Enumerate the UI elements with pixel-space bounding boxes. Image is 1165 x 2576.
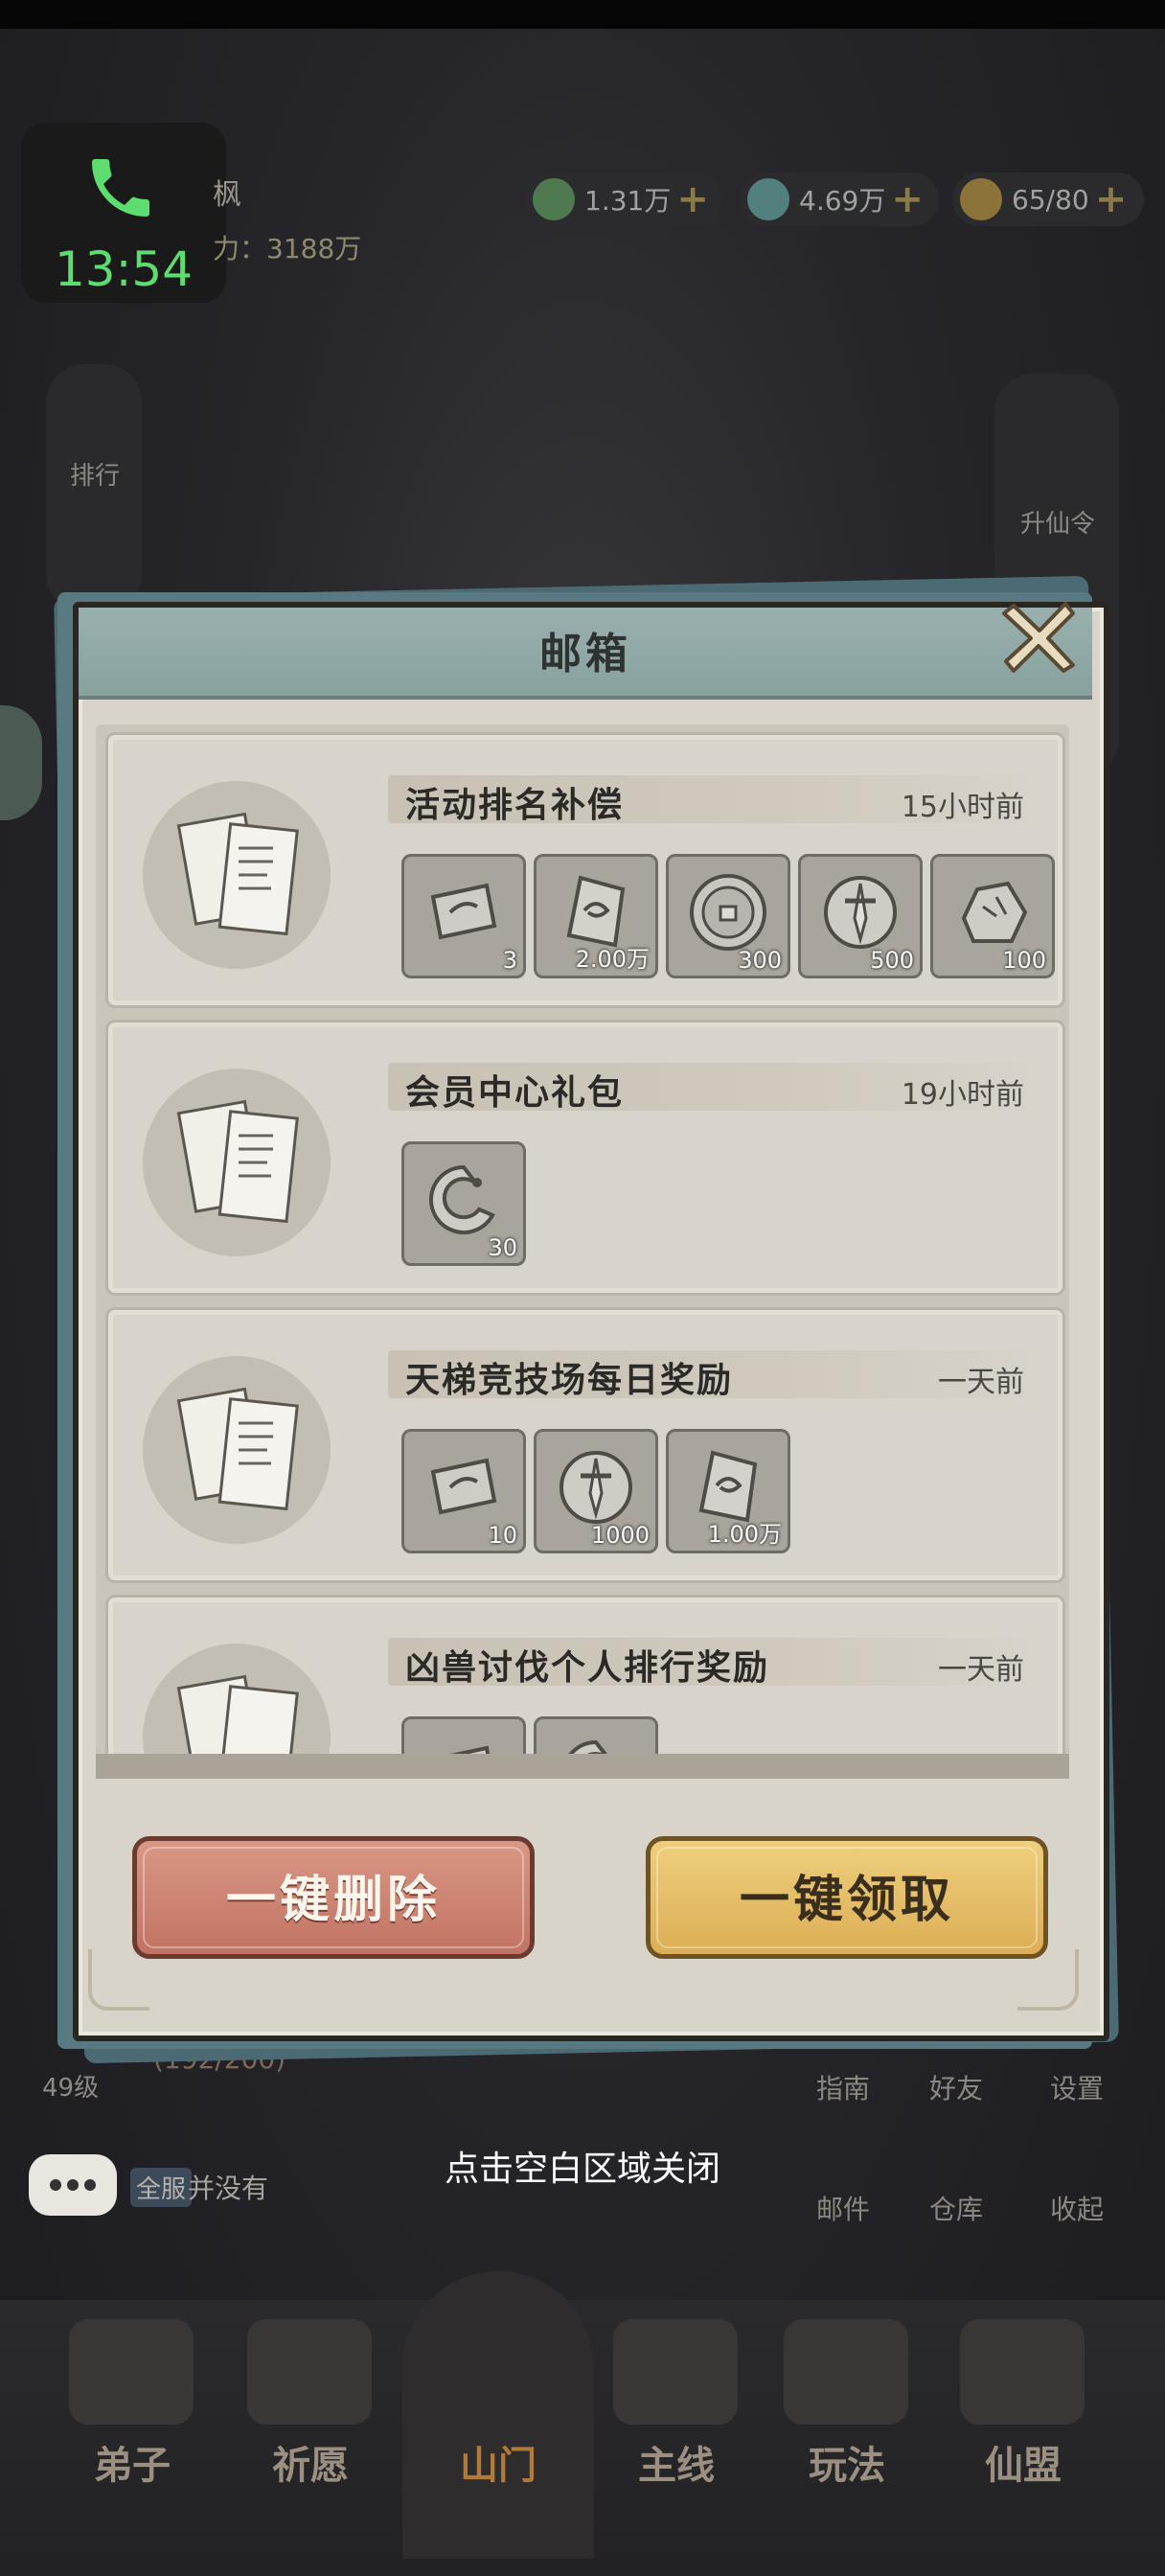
mail-button[interactable]: 邮件 <box>816 2189 870 2227</box>
list-footer <box>96 1754 1069 1779</box>
add-icon[interactable]: + <box>676 177 709 221</box>
mail-title: 天梯竞技场每日奖励 <box>405 1361 734 1400</box>
mail-time: 19小时前 <box>901 1078 1024 1112</box>
friends-button[interactable]: 好友 <box>929 2068 983 2106</box>
add-icon[interactable]: + <box>1095 177 1128 221</box>
reward-item[interactable]: 100 <box>930 854 1055 978</box>
rank-button[interactable]: 排行 <box>52 456 138 492</box>
close-icon[interactable] <box>996 592 1083 678</box>
resource-stamina[interactable]: 65/80 + <box>952 172 1144 226</box>
phone-icon <box>92 159 149 217</box>
scroll-talisman-icon <box>430 883 497 940</box>
delete-all-button[interactable]: 一键删除 <box>132 1836 535 1959</box>
mail-time: 一天前 <box>938 1366 1024 1399</box>
reward-item[interactable]: 30 <box>401 1141 526 1266</box>
add-icon[interactable]: + <box>891 177 924 221</box>
resource-spirit-stone[interactable]: 4.69万 + <box>740 172 939 226</box>
nav-wish[interactable]: 祈愿 <box>224 2434 397 2490</box>
ore-icon <box>961 881 1028 943</box>
corner-ornament <box>88 1949 149 2011</box>
mail-title: 会员中心礼包 <box>405 1073 625 1113</box>
sect-gate-icon <box>402 2271 594 2559</box>
mail-item[interactable]: 会员中心礼包 19小时前 30 <box>105 1020 1065 1296</box>
mail-title: 凶兽讨伐个人排行奖励 <box>405 1648 770 1688</box>
mail-item[interactable]: 天梯竞技场每日奖励 一天前 10 1000 1.00万 <box>105 1307 1065 1583</box>
player-power: 力：3188万 <box>213 233 362 264</box>
mainline-icon <box>613 2319 738 2425</box>
gameplay-icon <box>784 2319 908 2425</box>
alliance-icon <box>960 2319 1085 2425</box>
mail-item[interactable]: 凶兽讨伐个人排行奖励 一天前 <box>105 1595 1065 1777</box>
sword-emblem-icon <box>824 876 897 949</box>
reward-item[interactable]: 10 <box>401 1429 526 1553</box>
modal-title: 邮箱 <box>539 630 631 678</box>
spirit-stone-icon <box>747 178 789 220</box>
call-time: 13:54 <box>54 242 194 297</box>
claim-all-button[interactable]: 一键领取 <box>646 1836 1048 1959</box>
reward-item[interactable]: 1.00万 <box>666 1429 790 1553</box>
letter-icon <box>143 1356 331 1544</box>
letter-icon <box>143 781 331 969</box>
nav-mainline[interactable]: 主线 <box>590 2434 763 2490</box>
settings-button[interactable]: 设置 <box>1050 2068 1104 2106</box>
nav-gameplay[interactable]: 玩法 <box>761 2434 933 2490</box>
wish-scroll-icon <box>247 2319 372 2425</box>
coin-icon <box>690 874 766 951</box>
stamina-gourd-icon <box>960 178 1002 220</box>
mail-item[interactable]: 活动排名补偿 15小时前 3 2.00万 300 500 100 <box>105 732 1065 1008</box>
mail-list[interactable]: 活动排名补偿 15小时前 3 2.00万 300 500 100 会员中心礼包 … <box>96 724 1069 1777</box>
mail-title: 活动排名补偿 <box>405 786 625 825</box>
mail-time: 一天前 <box>938 1653 1024 1687</box>
mail-time: 15小时前 <box>901 791 1024 824</box>
player-name: 枫 <box>213 178 241 212</box>
ascend-token-button[interactable]: 升仙令 <box>1008 504 1108 540</box>
storage-button[interactable]: 仓库 <box>929 2189 983 2227</box>
reward-item[interactable]: 2.00万 <box>534 854 658 978</box>
guide-button[interactable]: 指南 <box>816 2068 870 2106</box>
reward-item[interactable]: 500 <box>798 854 923 978</box>
reward-item[interactable]: 1000 <box>534 1429 658 1553</box>
letter-icon <box>143 1069 331 1256</box>
sword-emblem-icon <box>560 1451 632 1524</box>
reward-item[interactable]: 3 <box>401 854 526 978</box>
disciple-figure-icon <box>69 2319 194 2425</box>
collapse-button[interactable]: 收起 <box>1050 2189 1104 2227</box>
jade-coin-icon <box>533 178 575 220</box>
nav-alliance[interactable]: 仙盟 <box>937 2434 1109 2490</box>
nav-sect-gate[interactable]: 山门 <box>412 2434 584 2490</box>
scroll-talisman-icon <box>430 1458 497 1515</box>
resource-jade[interactable]: 1.31万 + <box>525 172 722 226</box>
status-bar <box>0 0 1165 29</box>
nav-disciple[interactable]: 弟子 <box>46 2434 218 2490</box>
side-chat-tab[interactable] <box>0 705 42 820</box>
reward-item[interactable]: 300 <box>666 854 790 978</box>
player-level: 49级 <box>42 2074 100 2103</box>
jade-dragon-icon <box>429 1164 495 1234</box>
close-hint: 点击空白区域关闭 <box>444 2150 720 2189</box>
